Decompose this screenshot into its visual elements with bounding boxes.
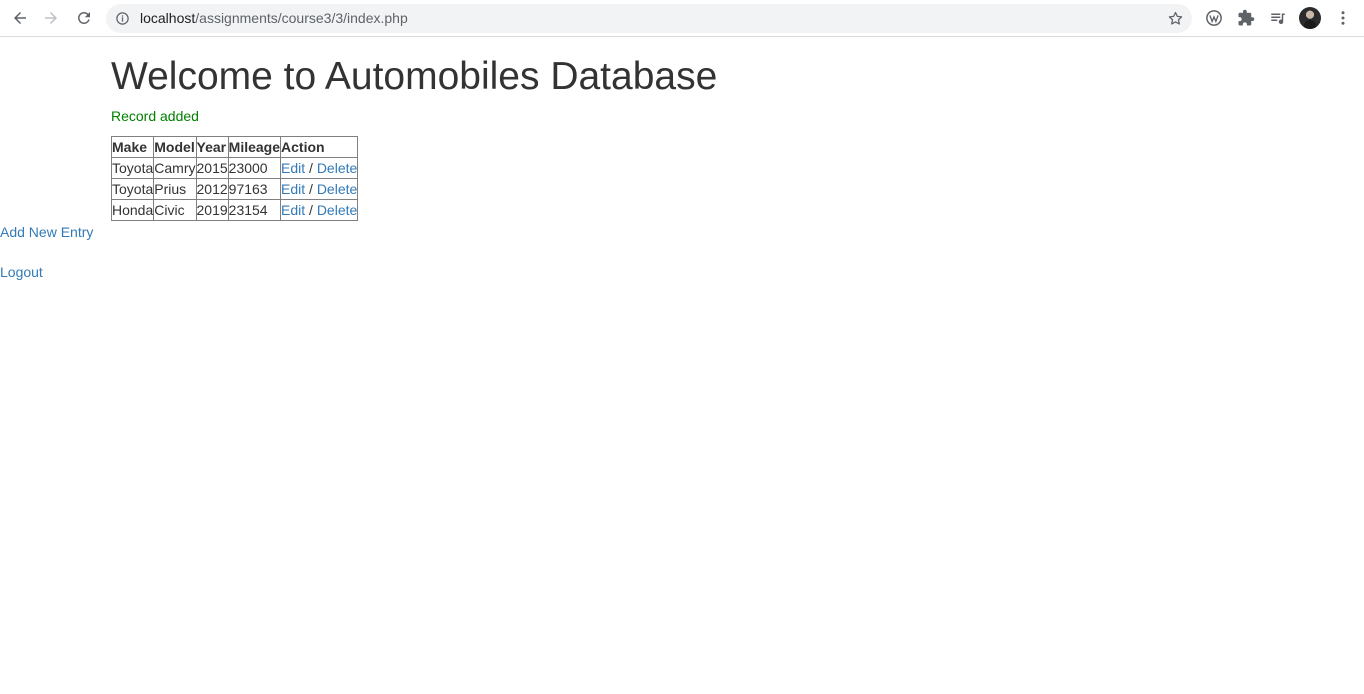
header-mileage: Mileage	[227, 136, 282, 158]
add-new-entry-link[interactable]: Add New Entry	[0, 223, 93, 241]
cell-mileage: 23154	[227, 199, 282, 221]
delete-link[interactable]: Delete	[317, 202, 357, 218]
cell-model: Prius	[153, 178, 197, 200]
header-make: Make	[110, 136, 155, 158]
cell-action: Edit / Delete	[280, 157, 359, 179]
table-row: Toyota Prius 2012 97163 Edit / Delete	[110, 178, 359, 200]
site-info-icon[interactable]	[115, 11, 130, 26]
browser-menu-button[interactable]	[1333, 8, 1353, 28]
cell-year: 2012	[195, 178, 229, 200]
header-year: Year	[195, 136, 229, 158]
cell-year: 2019	[195, 199, 229, 221]
header-action: Action	[280, 136, 359, 158]
forward-arrow-icon	[45, 12, 57, 24]
url-path: /assignments/course3/3/index.php	[195, 10, 408, 26]
automobiles-table: Make Model Year Mileage Action Toyota Ca…	[110, 136, 359, 221]
playlist-music-icon	[1271, 13, 1285, 25]
cell-model: Camry	[153, 157, 197, 179]
delete-link[interactable]: Delete	[317, 160, 357, 176]
table-row: Honda Civic 2019 23154 Edit / Delete	[110, 199, 359, 221]
address-bar[interactable]: localhost/assignments/course3/3/index.ph…	[106, 4, 1192, 33]
profile-avatar[interactable]	[1299, 7, 1321, 29]
browser-toolbar: localhost/assignments/course3/3/index.ph…	[0, 0, 1364, 37]
url-host: localhost	[140, 10, 196, 26]
action-separator: /	[305, 202, 317, 218]
back-button[interactable]	[6, 4, 34, 32]
forward-button[interactable]	[37, 4, 65, 32]
reload-button[interactable]	[70, 4, 98, 32]
cell-make: Toyota	[110, 157, 155, 179]
wordpress-icon	[1206, 10, 1222, 26]
reload-icon	[77, 11, 90, 24]
kebab-menu-icon	[1341, 11, 1345, 25]
cell-mileage: 23000	[227, 157, 282, 179]
cell-year: 2015	[195, 157, 229, 179]
edit-link[interactable]: Edit	[281, 181, 305, 197]
media-control-button[interactable]	[1268, 8, 1288, 28]
delete-link[interactable]: Delete	[317, 181, 357, 197]
back-arrow-icon	[14, 12, 26, 24]
extensions-button[interactable]	[1236, 8, 1256, 28]
cell-model: Civic	[153, 199, 197, 221]
edit-link[interactable]: Edit	[281, 202, 305, 218]
cell-make: Toyota	[110, 178, 155, 200]
header-model: Model	[153, 136, 197, 158]
table-header-row: Make Model Year Mileage Action	[110, 136, 359, 158]
cell-make: Honda	[110, 199, 155, 221]
puzzle-icon	[1238, 9, 1255, 26]
wordpress-extension-button[interactable]	[1204, 8, 1224, 28]
url-text[interactable]: localhost/assignments/course3/3/index.ph…	[140, 10, 408, 27]
logout-link[interactable]: Logout	[0, 263, 43, 281]
cell-action: Edit / Delete	[280, 178, 359, 200]
page-title: Welcome to Automobiles Database	[111, 55, 718, 98]
action-separator: /	[305, 181, 317, 197]
cell-action: Edit / Delete	[280, 199, 359, 221]
flash-message: Record added	[111, 108, 199, 124]
cell-mileage: 97163	[227, 178, 282, 200]
table-row: Toyota Camry 2015 23000 Edit / Delete	[110, 157, 359, 179]
action-separator: /	[305, 160, 317, 176]
edit-link[interactable]: Edit	[281, 160, 305, 176]
bookmark-star-icon[interactable]	[1167, 10, 1184, 27]
